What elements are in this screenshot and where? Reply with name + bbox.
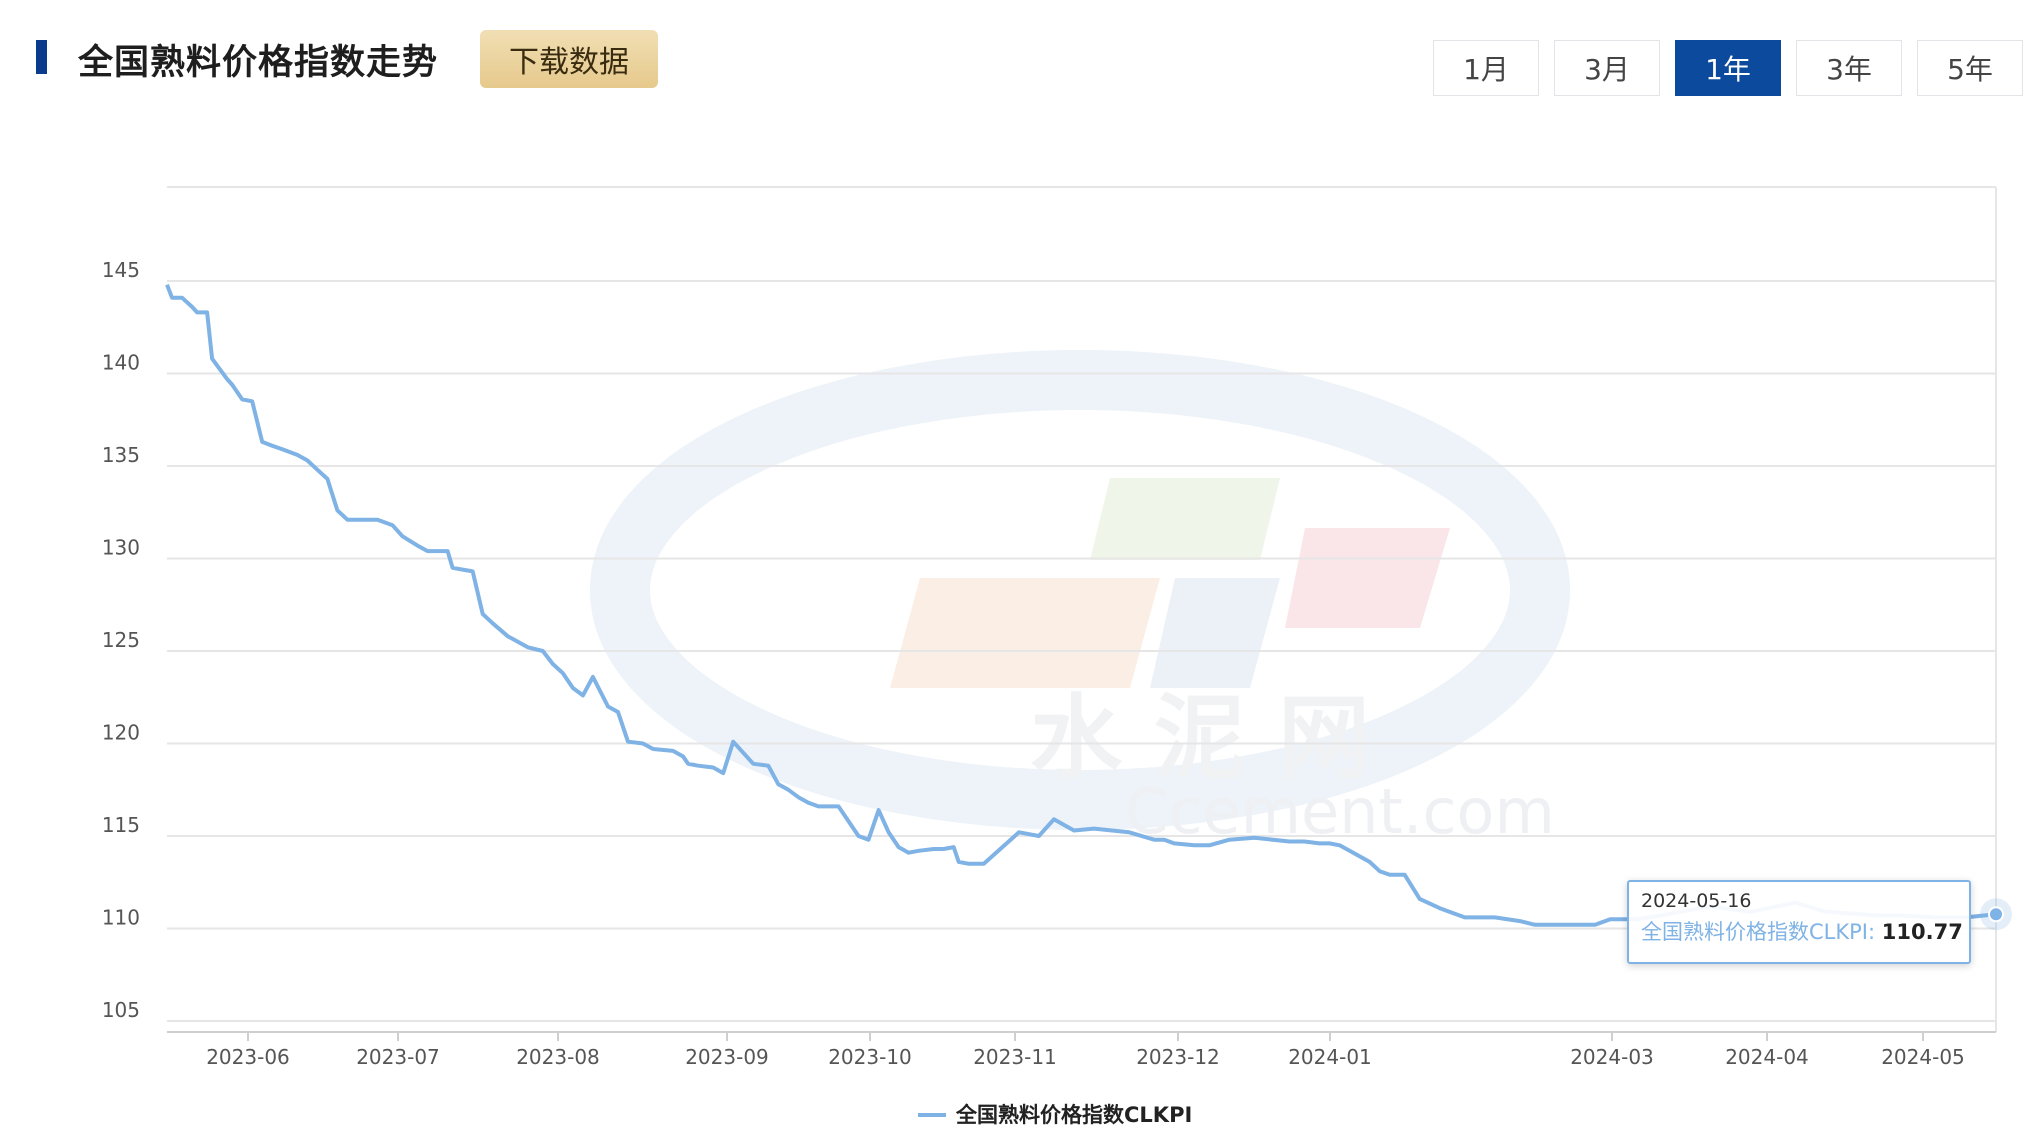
y-axis: 105 110 115 120 125 130 135 140 145 (102, 258, 140, 1022)
x-tick-label: 2023-07 (356, 1045, 440, 1069)
y-tick-label: 125 (102, 628, 140, 652)
x-tick-label: 2024-03 (1570, 1045, 1654, 1069)
x-tick-label: 2024-05 (1881, 1045, 1965, 1069)
tooltip-date: 2024-05-16 (1641, 890, 1752, 912)
y-tick-label: 110 (102, 906, 140, 930)
y-tick-label: 115 (102, 813, 140, 837)
x-tick-label: 2024-04 (1725, 1045, 1809, 1069)
x-axis: 2023-06 2023-07 2023-08 2023-09 2023-10 2023-… (167, 1031, 1996, 1069)
x-tick-label: 2023-09 (685, 1045, 769, 1069)
x-tick-label: 2023-08 (516, 1045, 600, 1069)
y-tick-label: 120 (102, 721, 140, 745)
watermark-block-green (1090, 478, 1280, 560)
highlight-point (1988, 906, 2004, 923)
data-tooltip: 2024-05-16 全国熟料价格指数CLKPI: 110.77 (1627, 880, 1971, 964)
x-tick-label: 2023-12 (1136, 1045, 1220, 1069)
y-tick-label: 130 (102, 536, 140, 560)
tooltip-series-name: 全国熟料价格指数CLKPI (1641, 920, 1868, 944)
watermark-en: Ccement.com (1125, 775, 1555, 848)
legend-label: 全国熟料价格指数CLKPI (955, 1103, 1192, 1127)
y-tick-label: 105 (102, 998, 140, 1022)
watermark-block-orange (890, 578, 1160, 688)
x-tick-label: 2024-01 (1288, 1045, 1372, 1069)
tooltip-value: 110.77 (1881, 920, 1963, 944)
y-tick-label: 140 (102, 351, 140, 375)
legend[interactable]: 全国熟料价格指数CLKPI (918, 1103, 1192, 1127)
y-tick-label: 135 (102, 443, 140, 467)
y-tick-label: 145 (102, 258, 140, 282)
x-tick-label: 2023-06 (206, 1045, 290, 1069)
watermark: 水 泥 网 Ccement.com (590, 350, 1570, 848)
x-tick-label: 2023-10 (828, 1045, 912, 1069)
x-tick-label: 2023-11 (973, 1045, 1057, 1069)
watermark-block-blue (1150, 578, 1280, 688)
watermark-block-red (1285, 528, 1450, 628)
